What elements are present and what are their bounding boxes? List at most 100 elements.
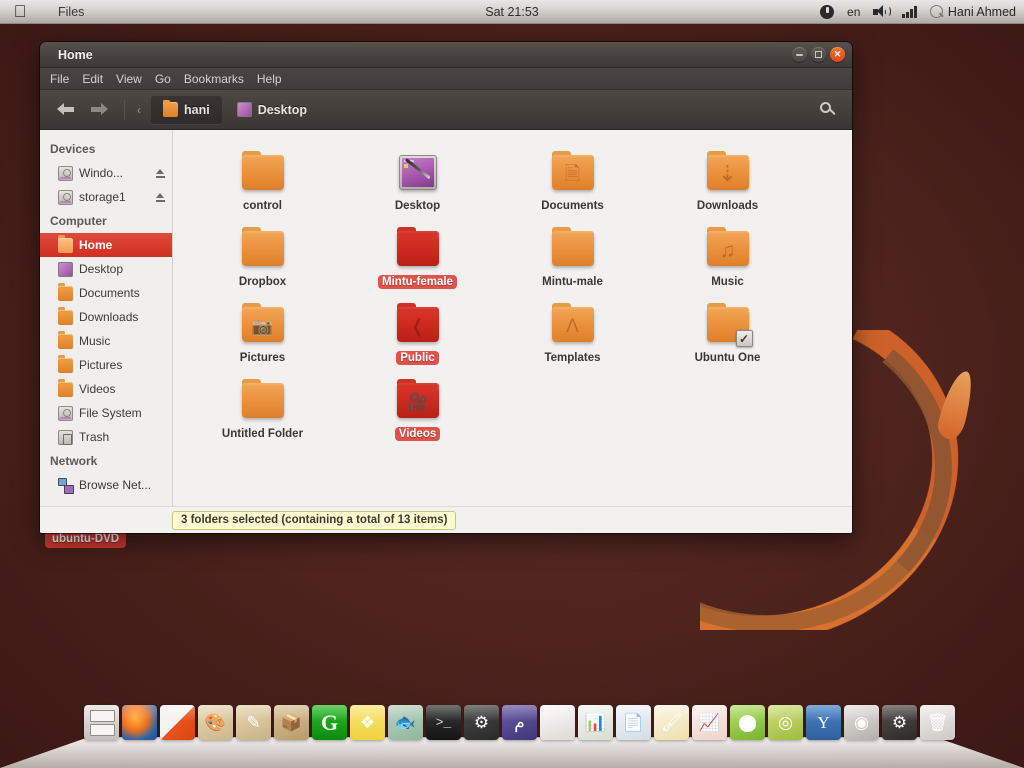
sidebar-item-videos[interactable]: Videos xyxy=(40,377,172,401)
file-item-pictures[interactable]: 📷 Pictures xyxy=(185,300,340,376)
breadcrumb-item-hani[interactable]: hani xyxy=(151,95,222,124)
dock-item-drawing[interactable]: ✎ xyxy=(236,705,271,740)
file-label: Music xyxy=(711,276,744,288)
dock-items: 🎨 ✎ 📦 G ❖ 🐟 >_ ⚙ م 📊 📄 🖌 📈 ⬤ ◎ Y ◉ ⚙ 🗑 xyxy=(84,705,955,740)
sidebar-header-computer: Computer xyxy=(50,214,107,228)
menu-help[interactable]: Help xyxy=(257,72,282,86)
file-item-dropbox[interactable]: Dropbox xyxy=(185,224,340,300)
breadcrumb-label: hani xyxy=(184,102,210,117)
folder-public-icon: ❬ xyxy=(394,302,442,346)
forward-button[interactable] xyxy=(86,97,112,123)
menu-bookmarks[interactable]: Bookmarks xyxy=(184,72,244,86)
signal-icon[interactable] xyxy=(902,5,917,18)
dock-icon-glyph: ⬤ xyxy=(737,712,758,732)
dock-item-settings[interactable]: ⚙ xyxy=(882,705,917,740)
dock-item-libreoffice[interactable] xyxy=(540,705,575,740)
dock-icon-glyph: ⚙ xyxy=(891,712,908,732)
dock-item-libreoffice-impress[interactable]: 📈 xyxy=(692,705,727,740)
dock-item-fish-app[interactable]: 🐟 xyxy=(388,705,423,740)
sidebar-item-browse-network[interactable]: Browse Net... xyxy=(40,473,172,497)
home-folder-icon xyxy=(58,235,73,253)
dock-item-trash[interactable]: 🗑 xyxy=(920,705,955,740)
sidebar-item-desktop[interactable]: Desktop xyxy=(40,257,172,281)
menu-file[interactable]: File xyxy=(50,72,69,86)
network-icon xyxy=(58,477,74,494)
dock-item-gimp[interactable]: G xyxy=(312,705,347,740)
sidebar-item-windows[interactable]: Windo... xyxy=(40,161,172,185)
breadcrumb-overflow-icon[interactable]: ‹ xyxy=(137,103,141,117)
dock-item-arabic-app[interactable]: م xyxy=(502,705,537,740)
sidebar-item-trash[interactable]: Trash xyxy=(40,425,172,449)
pictures-folder-icon xyxy=(58,355,73,373)
dock-item-camera[interactable]: ◉ xyxy=(844,705,879,740)
power-icon[interactable] xyxy=(820,4,835,19)
dock-icon-glyph: ✎ xyxy=(246,712,261,732)
dock-item-paint[interactable]: 🎨 xyxy=(198,705,233,740)
file-label: Documents xyxy=(541,200,604,212)
drive-icon xyxy=(58,405,73,421)
user-icon xyxy=(929,5,943,18)
sidebar-item-downloads[interactable]: Downloads xyxy=(40,305,172,329)
file-item-templates[interactable]: Λ Templates xyxy=(495,300,650,376)
volume-icon[interactable] xyxy=(873,5,891,18)
sidebar-item-storage1[interactable]: storage1 xyxy=(40,185,172,209)
dock-icon-glyph: 📊 xyxy=(584,712,607,732)
maximize-button[interactable] xyxy=(811,47,826,62)
sidebar-item-music[interactable]: Music xyxy=(40,329,172,353)
file-item-ubuntu-one[interactable]: ✓ Ubuntu One xyxy=(650,300,805,376)
sidebar-item-label: Pictures xyxy=(79,358,123,372)
eject-icon[interactable] xyxy=(156,193,165,202)
sidebar-item-documents[interactable]: Documents xyxy=(40,281,172,305)
dock-item-libreoffice-writer[interactable]: 📄 xyxy=(616,705,651,740)
file-item-untitled-folder[interactable]: Untitled Folder xyxy=(185,376,340,452)
file-item-control[interactable]: control xyxy=(185,148,340,224)
minimize-button[interactable] xyxy=(792,47,807,62)
breadcrumb-item-desktop[interactable]: Desktop xyxy=(225,95,319,124)
menu-view[interactable]: View xyxy=(116,72,142,86)
dock-item-archive[interactable]: 📦 xyxy=(274,705,309,740)
sidebar-item-file-system[interactable]: File System xyxy=(40,401,172,425)
sidebar-item-pictures[interactable]: Pictures xyxy=(40,353,172,377)
dock-item-spiral-app[interactable]: ◎ xyxy=(768,705,803,740)
status-message: 3 folders selected (containing a total o… xyxy=(172,510,457,530)
dock-item-firefox[interactable] xyxy=(122,705,157,740)
sidebar: Devices Windo... storage1 Computer Home … xyxy=(40,130,173,533)
file-label: Ubuntu One xyxy=(694,352,761,364)
eject-icon[interactable] xyxy=(156,169,165,178)
file-label: Downloads xyxy=(696,200,759,212)
file-label: Desktop xyxy=(394,200,441,212)
menu-go[interactable]: Go xyxy=(155,72,171,86)
sidebar-header-devices: Devices xyxy=(50,142,96,156)
folder-plain-icon xyxy=(239,378,287,422)
close-button[interactable]: ✕ xyxy=(830,47,845,62)
file-item-videos[interactable]: 🎥 Videos xyxy=(340,376,495,452)
user-menu[interactable]: Hani Ahmed xyxy=(929,4,1016,19)
user-name: Hani Ahmed xyxy=(947,4,1016,19)
dock-icon-glyph: ◎ xyxy=(778,712,793,732)
dock-item-y-ppa-manager[interactable]: Y xyxy=(806,705,841,740)
dock-item-terminal[interactable]: >_ xyxy=(426,705,461,740)
file-item-documents[interactable]: 🗎 Documents xyxy=(495,148,650,224)
search-icon[interactable] xyxy=(820,101,836,118)
folder-documents-icon: 🗎 xyxy=(549,150,597,194)
dock-item-preferences[interactable] xyxy=(160,705,195,740)
back-button[interactable] xyxy=(52,97,78,123)
file-item-downloads[interactable]: ⇣ Downloads xyxy=(650,148,805,224)
dock-item-dropbox[interactable]: ❖ xyxy=(350,705,385,740)
file-item-public[interactable]: ❬ Public xyxy=(340,300,495,376)
dock-item-file-manager[interactable] xyxy=(84,705,119,740)
file-item-desktop[interactable]: Desktop xyxy=(340,148,495,224)
language-indicator[interactable]: en xyxy=(847,5,860,19)
dock-item-libreoffice-draw[interactable]: 🖌 xyxy=(654,705,689,740)
dock-item-libreoffice-calc[interactable]: 📊 xyxy=(578,705,613,740)
menu-edit[interactable]: Edit xyxy=(82,72,103,86)
dock-item-ubuntu-software[interactable]: ⬤ xyxy=(730,705,765,740)
window-titlebar[interactable]: Home ✕ xyxy=(40,42,852,68)
file-item-mintu-male[interactable]: Mintu-male xyxy=(495,224,650,300)
desktop-icon-ubuntu-dvd[interactable]: ubuntu-DVD xyxy=(45,531,127,548)
folder-music-icon: ♫ xyxy=(704,226,752,270)
file-item-music[interactable]: ♫ Music xyxy=(650,224,805,300)
sidebar-item-home[interactable]: Home xyxy=(40,233,172,257)
dock-item-system-tools[interactable]: ⚙ xyxy=(464,705,499,740)
file-item-mintu-female[interactable]: Mintu-female xyxy=(340,224,495,300)
